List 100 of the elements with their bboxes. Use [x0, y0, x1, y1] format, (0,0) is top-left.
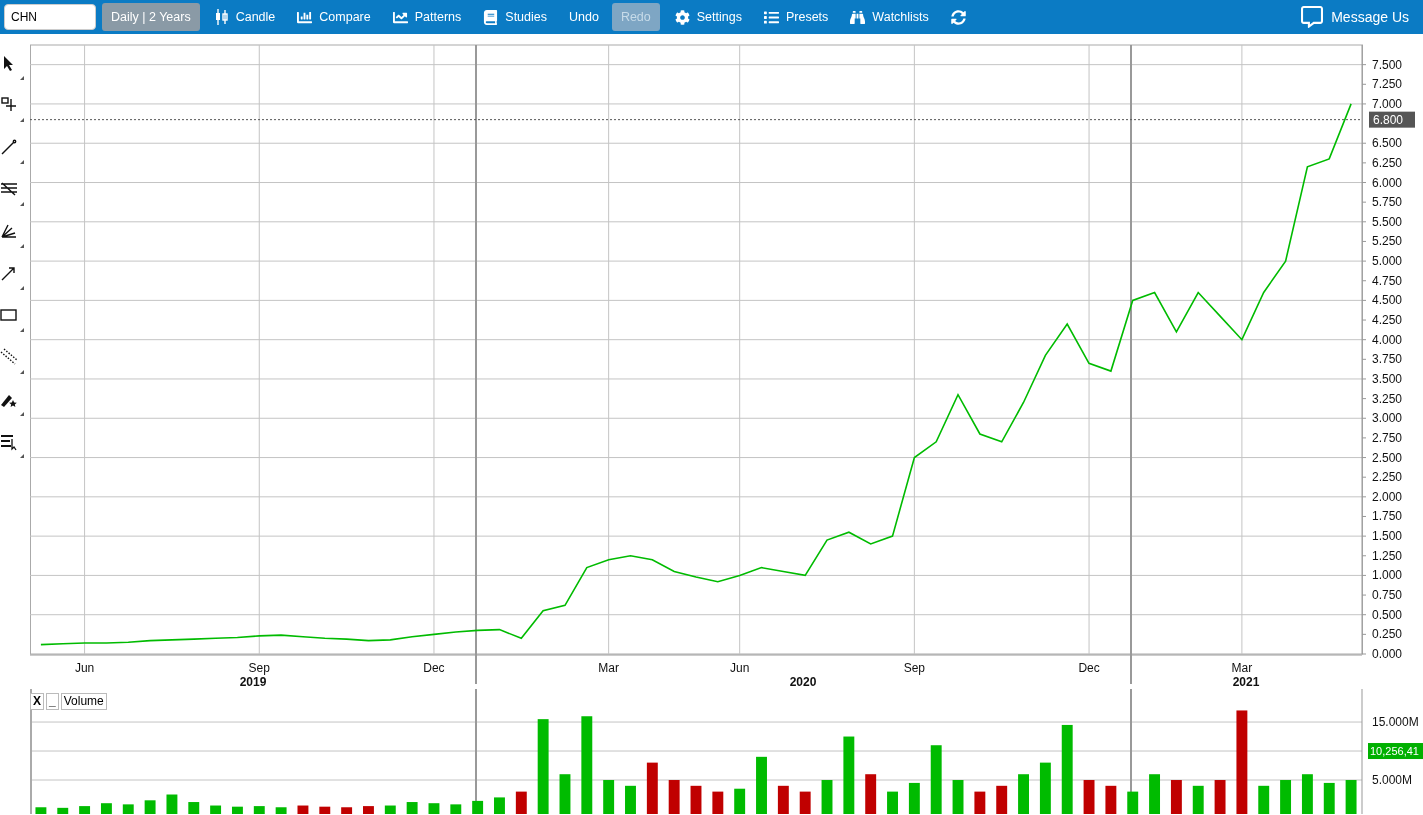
volume-bar: [930, 745, 942, 814]
price-axis-label: 0.500: [1372, 607, 1403, 622]
volume-bar: [144, 800, 156, 814]
month-label: Jun: [730, 661, 750, 675]
volume-bar: [1323, 782, 1335, 814]
volume-bar: [712, 791, 724, 814]
price-axis-label: 2.500: [1372, 450, 1403, 465]
volume-bar: [821, 780, 833, 814]
list-icon: [763, 9, 779, 25]
price-axis-label: 5.500: [1372, 214, 1403, 229]
month-label: Mar: [1231, 661, 1253, 675]
volume-bar: [494, 797, 505, 814]
volume-bar: [515, 791, 527, 814]
month-label: Dec: [423, 661, 445, 675]
volume-bar: [1258, 785, 1270, 814]
month-label: Dec: [1078, 661, 1100, 675]
book-icon: [483, 9, 499, 25]
volume-bar: [668, 780, 680, 814]
volume-bar: [1083, 780, 1095, 814]
toolbar-button[interactable]: Watchlists: [841, 3, 938, 31]
ref-line-label: 6.800: [1373, 112, 1404, 127]
period-dropdown[interactable]: Daily | 2 Years: [102, 3, 200, 31]
volume-bar: [625, 785, 636, 814]
price-axis-label: 3.000: [1372, 411, 1403, 426]
price-axis-label: 0.000: [1372, 647, 1403, 661]
volume-bar: [1301, 774, 1313, 814]
price-axis-label: 5.750: [1372, 195, 1403, 210]
candlestick-icon: [214, 9, 229, 25]
volume-bar: [79, 806, 91, 814]
toolbar-button[interactable]: Candle: [205, 3, 285, 31]
volume-bar: [319, 806, 331, 814]
volume-bar: [1127, 791, 1139, 814]
volume-bar: [232, 806, 243, 814]
volume-axis-label: 5.000M: [1372, 773, 1413, 787]
price-axis-label: 7.250: [1372, 77, 1403, 92]
volume-bar: [1214, 780, 1226, 814]
close-panel-button[interactable]: X: [30, 693, 44, 710]
volume-bar: [996, 785, 1008, 814]
volume-bar: [188, 802, 200, 814]
toolbar-button[interactable]: Undo: [560, 3, 608, 31]
minimize-panel-button[interactable]: _: [46, 693, 59, 710]
volume-bar: [777, 785, 789, 814]
toolbar-button[interactable]: Presets: [754, 3, 838, 31]
price-axis-label: 1.750: [1372, 509, 1403, 524]
volume-bar: [210, 805, 222, 814]
panel-title: Volume: [60, 693, 107, 710]
price-axis-label: 6.500: [1372, 136, 1403, 151]
volume-bar: [35, 807, 47, 814]
toolbar-button[interactable]: Settings: [665, 3, 751, 31]
month-label: Jun: [74, 661, 95, 675]
volume-bar: [57, 807, 69, 814]
volume-badge: 10,256,41: [1368, 743, 1423, 760]
year-label: 2021: [1232, 675, 1260, 689]
volume-bar: [450, 804, 462, 814]
volume-bar: [1039, 762, 1051, 814]
price-axis-label: 3.500: [1372, 371, 1403, 386]
price-axis-label: 3.250: [1372, 391, 1403, 406]
settings-icon: [674, 9, 690, 25]
volume-axis-label: 15.000M: [1372, 715, 1419, 730]
line-chart-icon: [392, 9, 408, 25]
price-axis-label: 1.000: [1372, 568, 1403, 583]
price-axis-label: 5.000: [1372, 254, 1403, 269]
price-axis-label: 2.000: [1372, 489, 1403, 504]
volume-bar: [646, 762, 658, 814]
symbol-field[interactable]: CHN: [4, 4, 96, 30]
toolbar-button[interactable]: Studies: [474, 3, 556, 31]
volume-bar: [297, 805, 309, 814]
volume-bar: [1018, 774, 1029, 814]
volume-bar: [406, 802, 418, 814]
price-axis-label: 6.000: [1372, 175, 1403, 190]
price-axis-label: 4.250: [1372, 313, 1403, 328]
toolbar-button[interactable]: Compare: [288, 3, 380, 31]
volume-bar: [1280, 780, 1292, 814]
volume-bar: [1170, 780, 1182, 814]
price-axis-label: 4.750: [1372, 273, 1403, 288]
last-price-badge: 6.800: [1369, 111, 1415, 128]
volume-bar: [1149, 774, 1160, 814]
volume-bar: [865, 774, 877, 814]
price-axis-label: 0.250: [1372, 627, 1403, 642]
volume-bar: [341, 807, 353, 814]
year-label: 2019: [239, 675, 267, 689]
binoculars-icon: [850, 9, 866, 25]
volume-bar: [1105, 785, 1117, 814]
volume-bar: [384, 805, 396, 814]
message-button[interactable]: Message Us: [1293, 2, 1417, 32]
volume-bar: [559, 774, 571, 814]
volume-bar: [275, 807, 287, 814]
price-axis-label: 3.750: [1372, 352, 1403, 367]
toolbar-button[interactable]: Patterns: [383, 3, 471, 31]
volume-bar: [100, 803, 112, 814]
volume-bar: [952, 780, 964, 814]
month-label: Mar: [598, 661, 619, 675]
chat-icon: [1301, 6, 1324, 28]
volume-bar: [690, 785, 702, 814]
price-axis-label: 0.750: [1372, 588, 1403, 603]
price-axis-label: 6.250: [1372, 155, 1403, 170]
month-label: Sep: [903, 661, 926, 675]
volume-bar: [887, 791, 898, 814]
volume-bar: [122, 804, 134, 814]
price-axis-label: 7.500: [1372, 57, 1403, 72]
